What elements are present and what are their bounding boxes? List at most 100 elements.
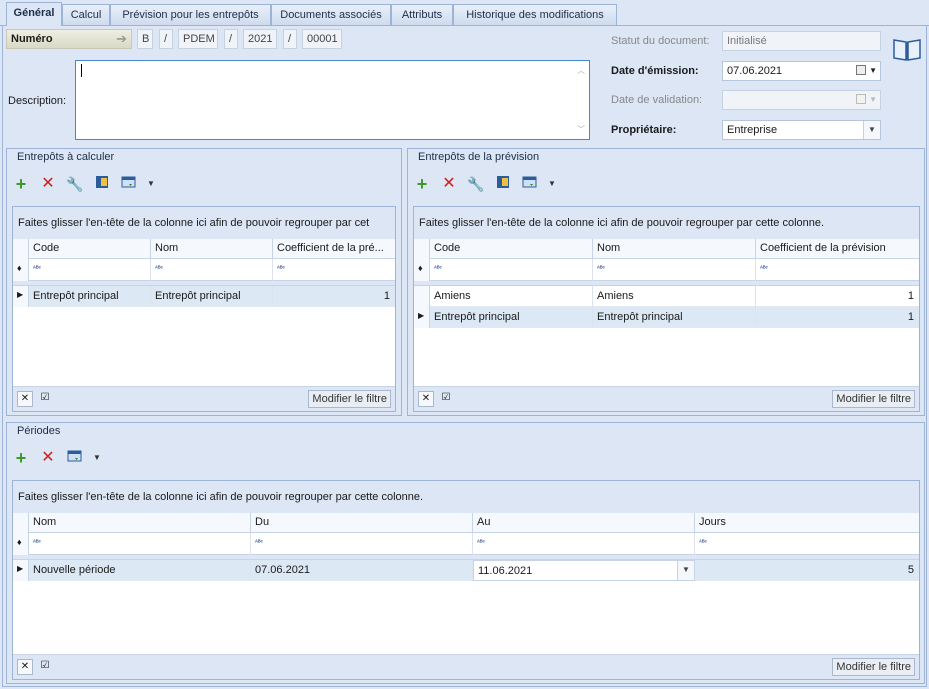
clear-filter-icon[interactable]: ✕ [17,659,33,675]
modify-filter-button[interactable]: Modifier le filtre [308,390,391,408]
numero-button[interactable]: Numéro ➔ [6,29,132,49]
chevron-down-icon[interactable]: ▼ [677,561,694,580]
column-header-nom[interactable]: Nom [593,239,756,259]
calendar-icon[interactable] [856,65,866,75]
add-icon[interactable]: + [12,449,30,467]
periods-group: Périodes + ✕ ▼ Faites glisser l'en-tête … [6,422,925,684]
pin-icon: ♦ [17,263,22,273]
grid-footer: ✕ ☑ Modifier le filtre [13,654,919,679]
chevron-down-icon[interactable]: ▼ [88,449,106,467]
row-indicator[interactable] [414,286,430,307]
warehouses-prev-title: Entrepôts de la prévision [418,151,540,163]
table-cell[interactable]: 1 [273,286,395,307]
column-header-au[interactable]: Au [473,513,695,533]
clear-filter-icon[interactable]: ✕ [418,391,434,407]
tab-calcul[interactable]: Calcul [62,4,110,25]
add-icon[interactable]: + [413,175,431,193]
view-icon[interactable] [120,175,138,193]
column-header-code[interactable]: Code [430,239,593,259]
textarea-scrollbar[interactable]: ︿ ﹀ [575,63,587,137]
table-cell[interactable]: Entrepôt principal [593,307,756,328]
filter-cell-nom[interactable]: ᴬᴮᶜ [29,533,251,555]
delete-icon[interactable]: ✕ [440,175,458,193]
table-cell[interactable]: 1 [756,286,919,307]
group-by-area[interactable]: Faites glisser l'en-tête de la colonne i… [13,207,395,239]
tab-documents-associes[interactable]: Documents associés [271,4,391,25]
row-indicator-icon: ▶ [418,311,425,320]
checkbox-icon[interactable]: ☑ [438,391,454,407]
filter-cell-code[interactable]: ᴬᴮᶜ [430,259,593,281]
table-cell[interactable]: 1 [756,307,919,328]
modify-filter-button[interactable]: Modifier le filtre [832,658,915,676]
column-header-du[interactable]: Du [251,513,473,533]
description-textarea[interactable]: ︿ ﹀ [75,60,590,140]
filter-cell-code[interactable]: ᴬᴮᶜ [29,259,151,281]
clear-filter-icon[interactable]: ✕ [17,391,33,407]
chevron-down-icon[interactable]: ▼ [863,121,880,139]
column-header-nom[interactable]: Nom [151,239,273,259]
filter-cell-nom[interactable]: ᴬᴮᶜ [593,259,756,281]
table-cell[interactable]: Amiens [430,286,593,307]
add-icon[interactable]: + [12,175,30,193]
group-by-area[interactable]: Faites glisser l'en-tête de la colonne i… [13,481,919,513]
pin-icon: ♦ [418,263,423,273]
tab-historique[interactable]: Historique des modifications [453,4,617,25]
tab-prevision-entrepots[interactable]: Prévision pour les entrepôts [110,4,271,25]
table-cell[interactable]: Nouvelle période [29,560,251,581]
period-au-date-editor[interactable]: 11.06.2021 ▼ [473,560,695,581]
table-cell[interactable]: Amiens [593,286,756,307]
row-indicator[interactable]: ▶ [414,307,430,328]
filter-cell-coefficient[interactable]: ᴬᴮᶜ [756,259,919,281]
column-header-jours[interactable]: Jours [695,513,919,533]
column-header-nom[interactable]: Nom [29,513,251,533]
wrench-icon[interactable]: 🔧 [66,175,84,193]
column-header-coefficient[interactable]: Coefficient de la prévision [756,239,919,259]
book-icon[interactable] [494,175,512,193]
numero-part-4: 00001 [302,29,342,49]
chevron-down-icon[interactable]: ▼ [142,175,160,193]
column-header-code[interactable]: Code [29,239,151,259]
tab-general[interactable]: Général [6,2,62,26]
proprietaire-select[interactable]: Entreprise ▼ [722,120,881,140]
delete-icon[interactable]: ✕ [39,449,57,467]
grid-footer: ✕ ☑ Modifier le filtre [13,386,395,411]
table-cell[interactable]: Entrepôt principal [29,286,151,307]
table-cell[interactable]: 07.06.2021 [251,560,473,581]
column-header-coefficient[interactable]: Coefficient de la pré... [273,239,395,259]
table-cell[interactable]: 5 [695,560,919,581]
help-book-icon[interactable] [892,36,922,62]
book-icon[interactable] [93,175,111,193]
filter-cell-nom[interactable]: ᴬᴮᶜ [151,259,273,281]
periods-title: Périodes [17,425,61,437]
numero-part-3: 2021 [243,29,277,49]
table-cell[interactable]: Entrepôt principal [430,307,593,328]
row-indicator[interactable]: ▶ [13,286,29,307]
checkbox-icon[interactable]: ☑ [37,659,53,675]
group-by-area[interactable]: Faites glisser l'en-tête de la colonne i… [414,207,919,239]
numero-part-1: B [137,29,153,49]
filter-indicator: ♦ [13,533,29,555]
row-indicator[interactable]: ▶ [13,560,29,581]
view-icon[interactable] [66,449,84,467]
emission-date-field[interactable]: 07.06.2021 ▼ [722,61,881,81]
chevron-down-icon[interactable]: ▼ [869,62,877,80]
filter-cell-jours[interactable]: ᴬᴮᶜ [695,533,919,555]
wrench-icon[interactable]: 🔧 [467,175,485,193]
filter-cell-du[interactable]: ᴬᴮᶜ [251,533,473,555]
delete-icon[interactable]: ✕ [39,175,57,193]
table-cell[interactable]: Entrepôt principal [151,286,273,307]
view-icon[interactable] [521,175,539,193]
chevron-down-icon: ▼ [869,95,877,104]
filter-cell-au[interactable]: ᴬᴮᶜ [473,533,695,555]
chevron-down-icon: ﹀ [577,125,585,134]
tab-attributs[interactable]: Attributs [391,4,453,25]
filter-indicator: ♦ [414,259,430,281]
abc-filter-icon: ᴬᴮᶜ [33,540,41,546]
abc-filter-icon: ᴬᴮᶜ [597,266,605,272]
filter-cell-coefficient[interactable]: ᴬᴮᶜ [273,259,395,281]
warehouses-calc-grid: Faites glisser l'en-tête de la colonne i… [12,206,396,412]
checkbox-icon[interactable]: ☑ [37,391,53,407]
chevron-down-icon[interactable]: ▼ [543,175,561,193]
period-au-value: 11.06.2021 [478,565,533,577]
modify-filter-button[interactable]: Modifier le filtre [832,390,915,408]
